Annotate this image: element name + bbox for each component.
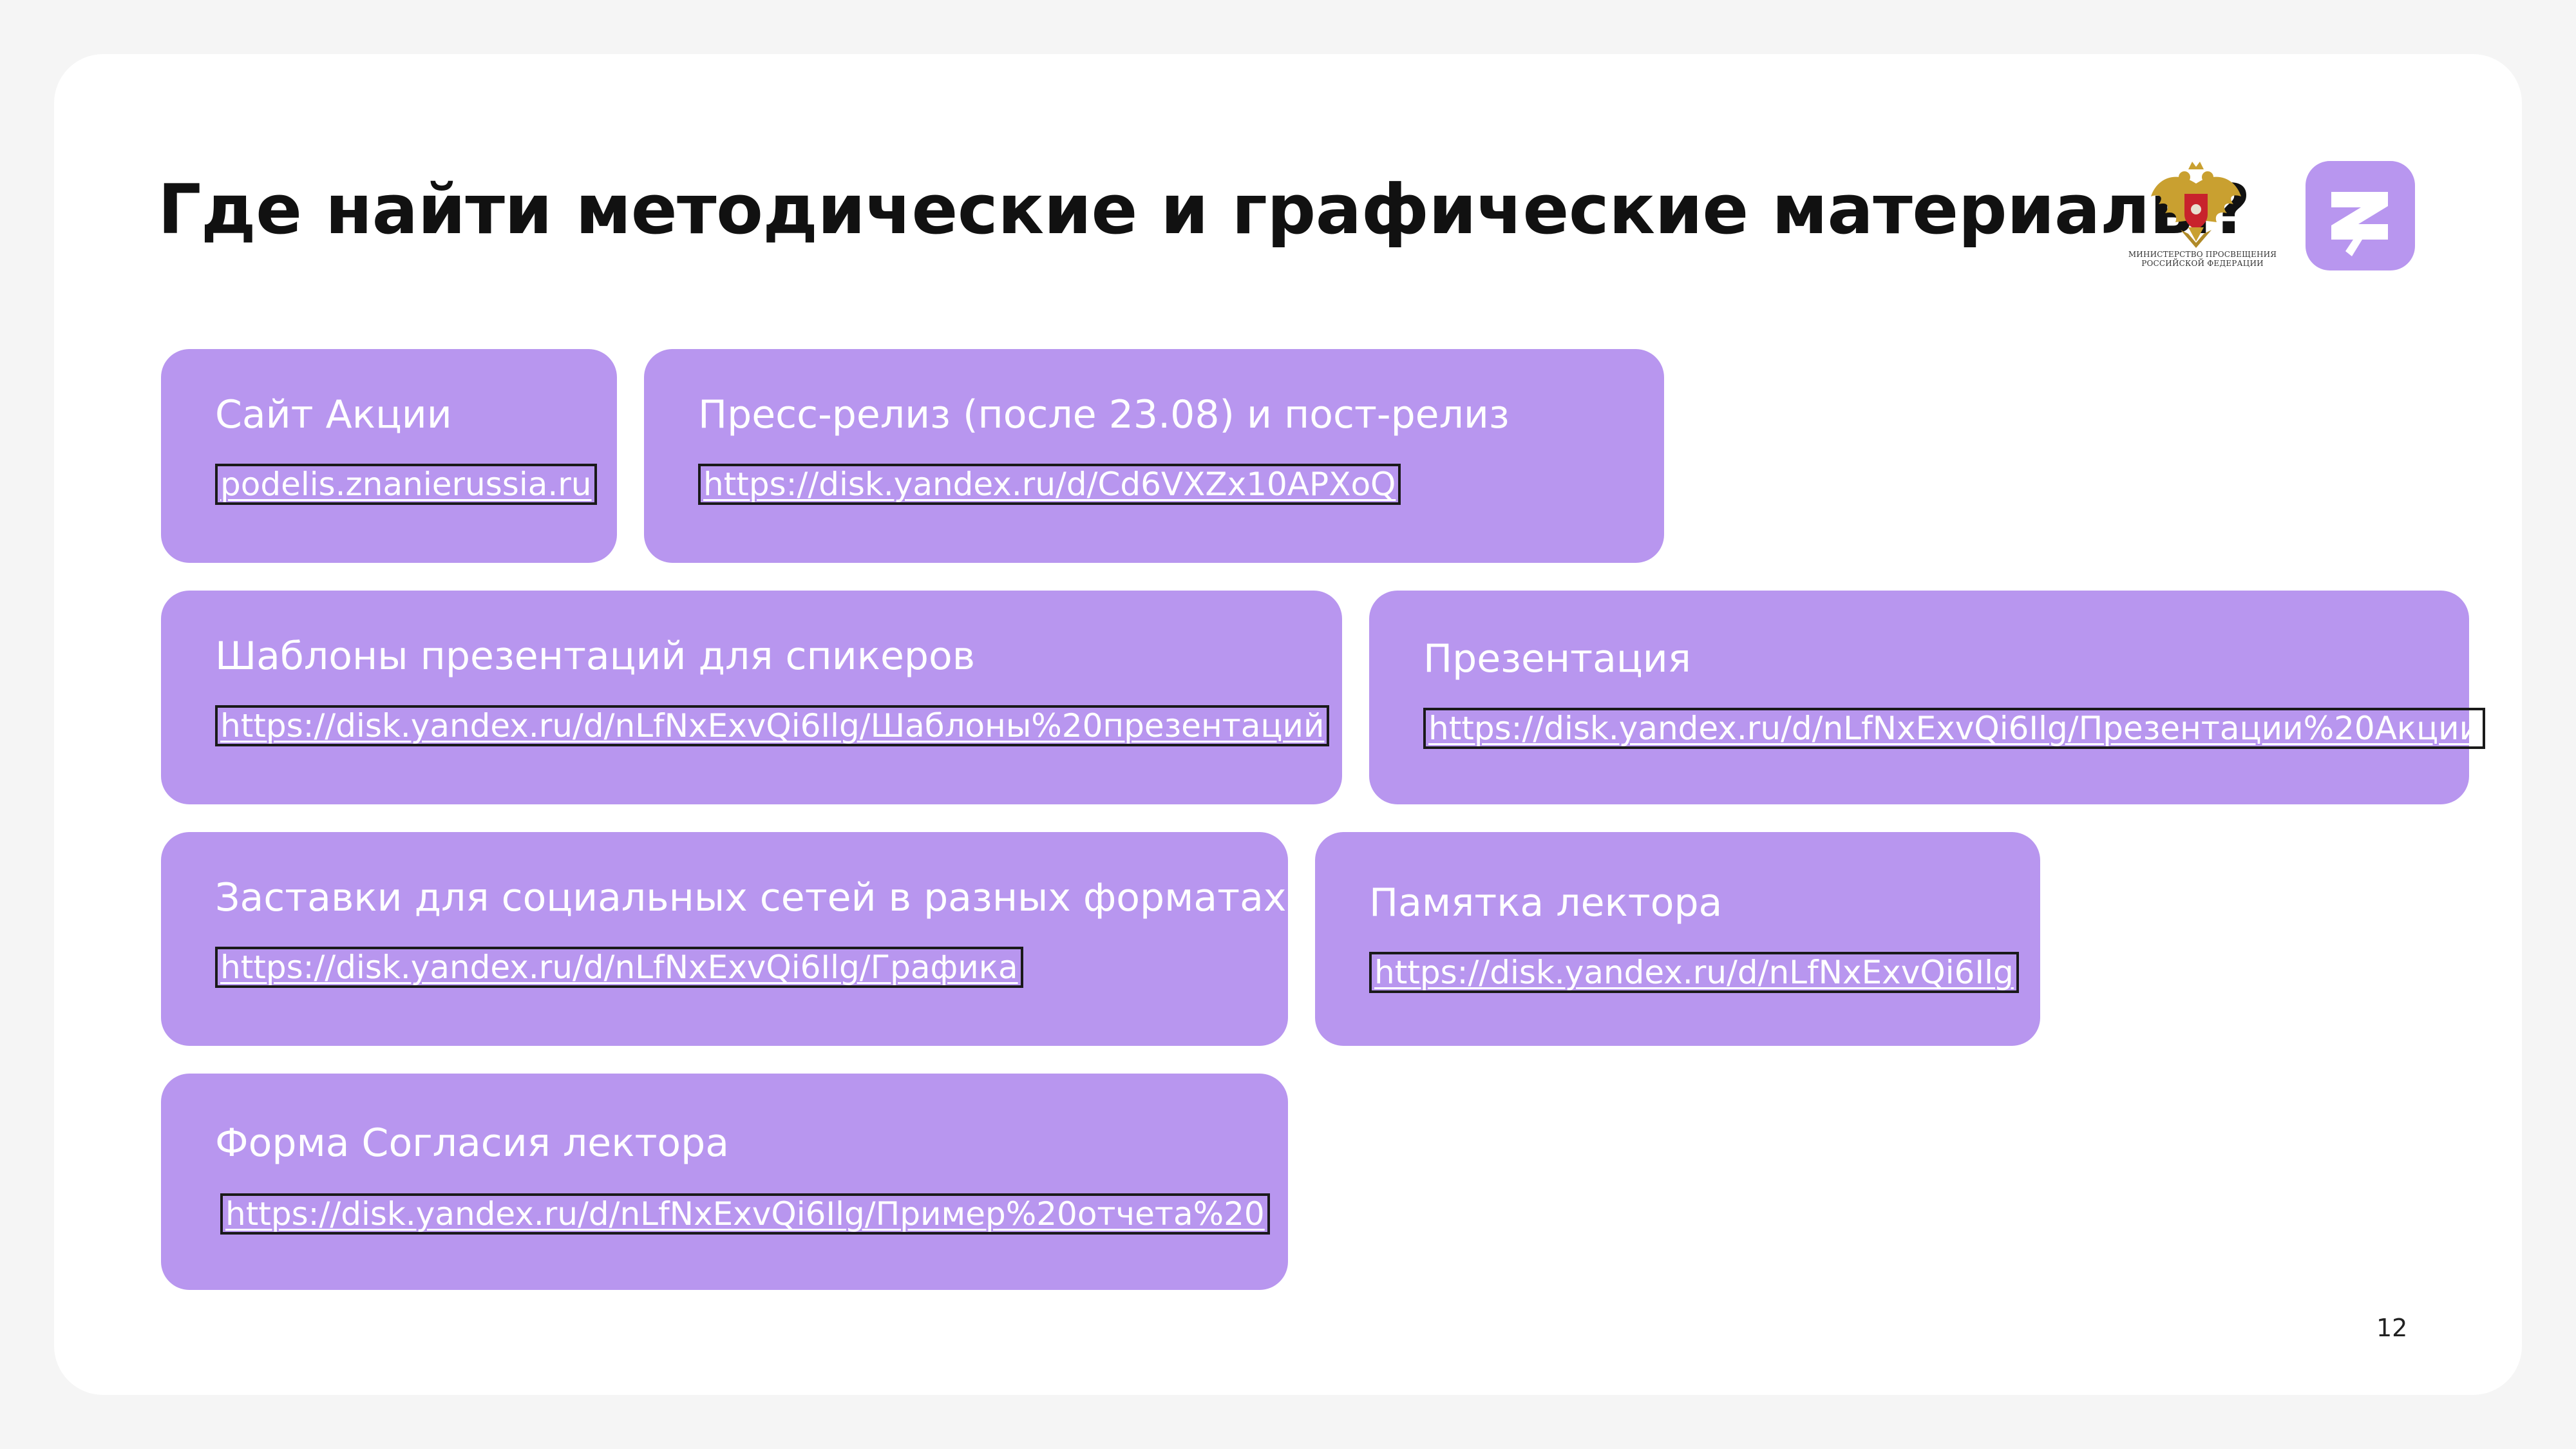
card-label: Форма Согласия лектора — [215, 1121, 729, 1166]
card-link[interactable]: https://disk.yandex.ru/d/nLfNxExvQi6Ilg/… — [215, 947, 1023, 988]
ministry-caption-line2: РОССИЙСКОЙ ФЕДЕРАЦИИ — [2141, 259, 2264, 268]
card-label: Шаблоны презентаций для спикеров — [215, 634, 976, 679]
card-link[interactable]: https://disk.yandex.ru/d/Cd6VXZx10APXoQ — [698, 464, 1401, 505]
card-link[interactable]: podelis.znanierussia.ru — [215, 464, 597, 505]
card-link[interactable]: https://disk.yandex.ru/d/nLfNxExvQi6Ilg/… — [215, 705, 1330, 746]
card-speaker-templates: Шаблоны презентаций для спикеров https:/… — [161, 591, 1342, 804]
card-presentation: Презентация https://disk.yandex.ru/d/nLf… — [1369, 591, 2486, 804]
card-link[interactable]: https://disk.yandex.ru/d/nLfNxExvQi6Ilg/… — [1423, 708, 2486, 749]
znanie-logo-icon — [2306, 161, 2415, 270]
card-social-graphics: Заставки для социальных сетей в разных ф… — [161, 832, 1288, 1046]
page-number: 12 — [2376, 1314, 2408, 1342]
ministry-caption: МИНИСТЕРСТВО ПРОСВЕЩЕНИЯ РОССИЙСКОЙ ФЕДЕ… — [2125, 250, 2280, 268]
card-label: Презентация — [1423, 636, 1691, 681]
page-title: Где найти методические и графические мат… — [158, 170, 2251, 249]
ministry-caption-line1: МИНИСТЕРСТВО ПРОСВЕЩЕНИЯ — [2128, 250, 2277, 259]
card-consent-form: Форма Согласия лектора https://disk.yand… — [161, 1074, 1288, 1290]
card-link[interactable]: https://disk.yandex.ru/d/nLfNxExvQi6Ilg/… — [220, 1193, 1270, 1235]
card-label: Памятка лектора — [1369, 880, 1723, 925]
card-label: Пресс-релиз (после 23.08) и пост-релиз — [698, 392, 1510, 437]
card-site: Сайт Акции podelis.znanierussia.ru — [161, 349, 617, 563]
card-press-release: Пресс-релиз (после 23.08) и пост-релиз h… — [644, 349, 1664, 563]
card-lecturer-memo: Памятка лектора https://disk.yandex.ru/d… — [1315, 832, 2040, 1046]
card-link[interactable]: https://disk.yandex.ru/d/nLfNxExvQi6Ilg — [1369, 952, 2019, 993]
card-label: Сайт Акции — [215, 392, 452, 437]
card-label: Заставки для социальных сетей в разных ф… — [215, 875, 1287, 920]
